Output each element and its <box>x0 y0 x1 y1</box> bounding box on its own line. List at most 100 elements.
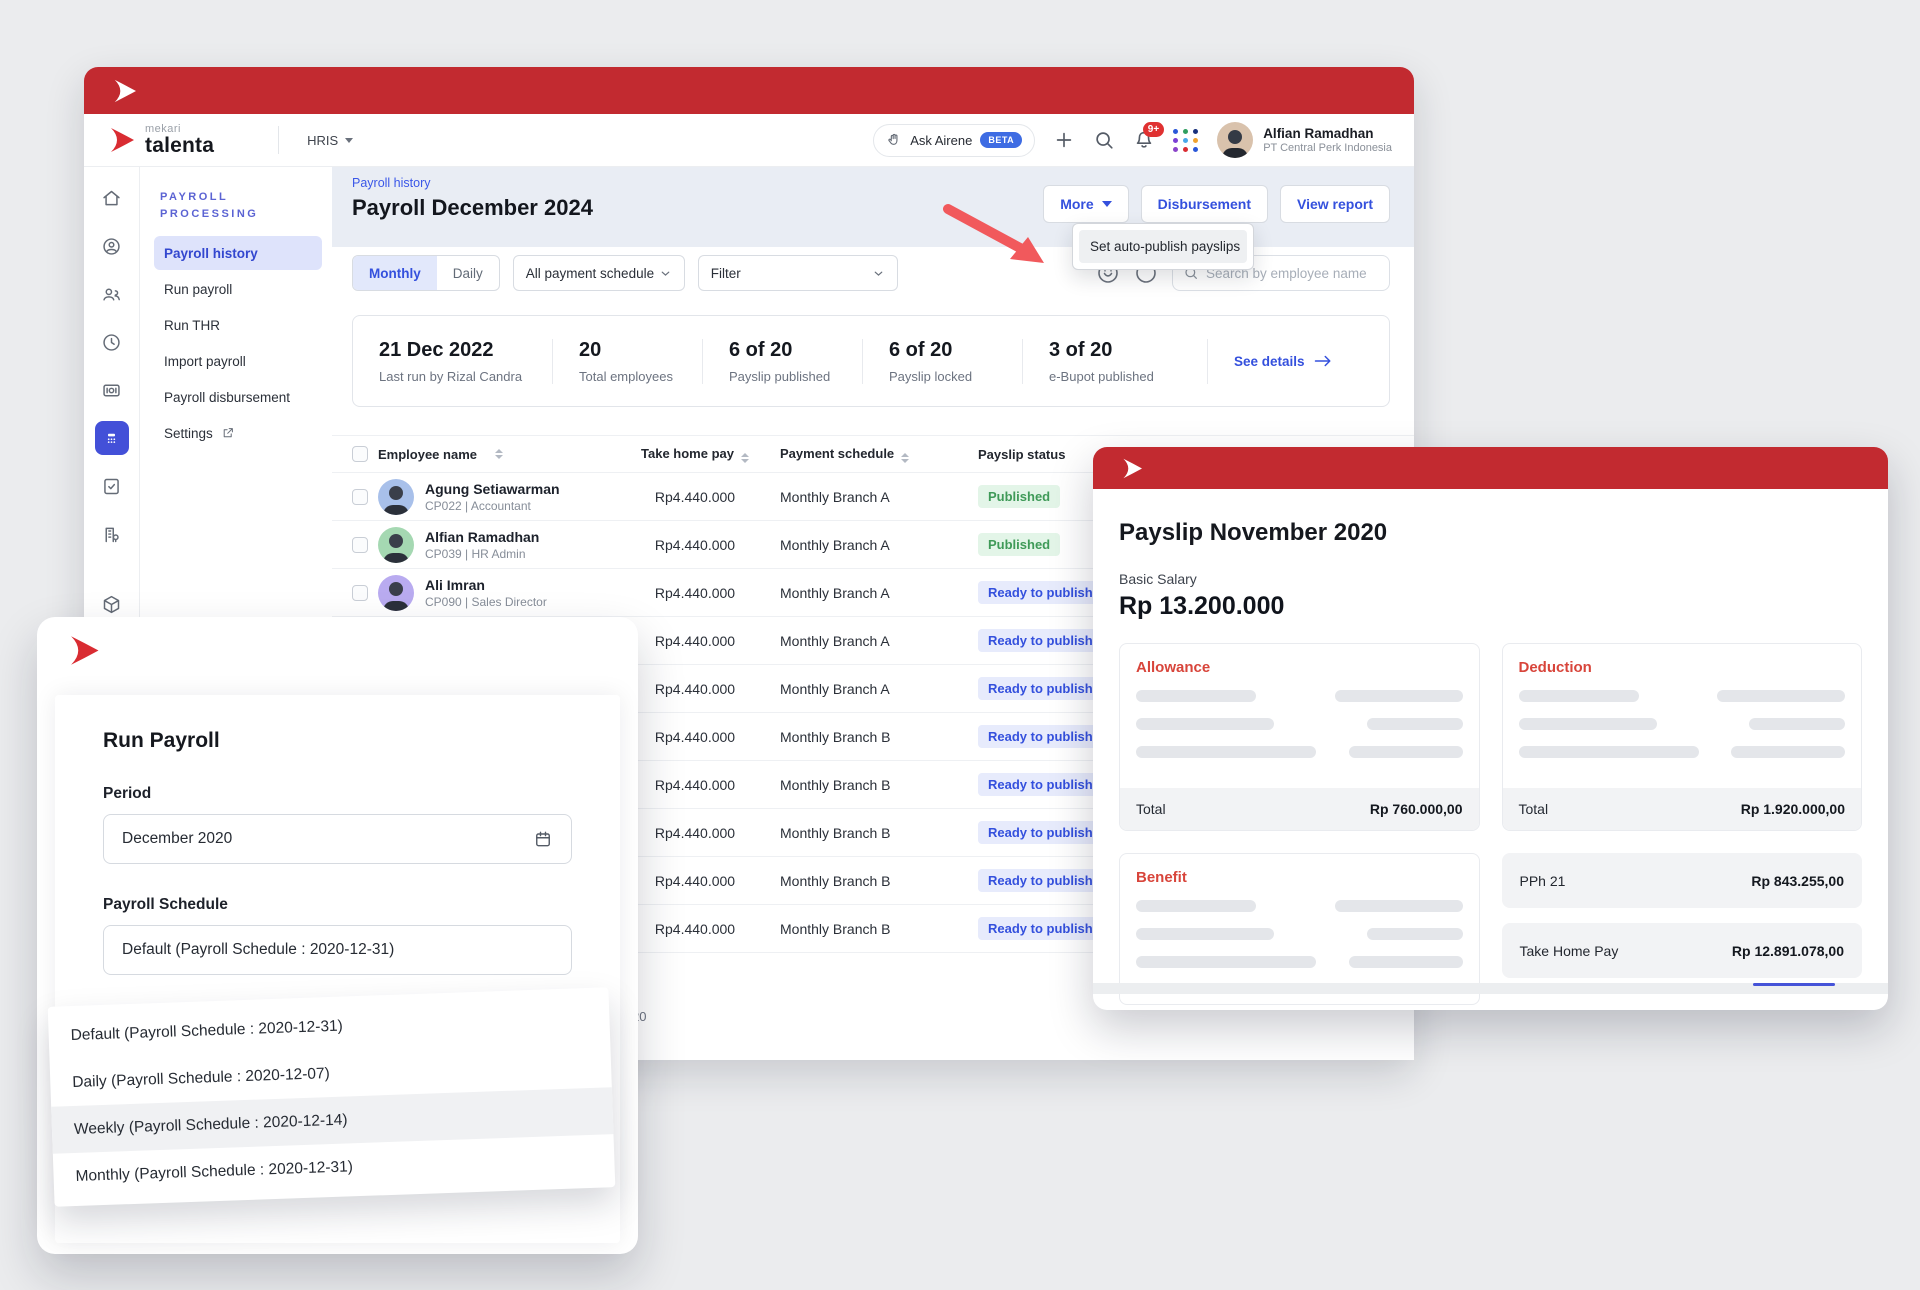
employee-avatar <box>378 479 414 515</box>
sidebar-item-payroll-disbursement[interactable]: Payroll disbursement <box>154 380 322 414</box>
module-switcher[interactable]: HRIS <box>307 133 353 148</box>
calendar-icon <box>533 829 553 849</box>
disbursement-button[interactable]: Disbursement <box>1141 185 1268 223</box>
tab-daily[interactable]: Daily <box>437 256 499 290</box>
payment-schedule-cell: Monthly Branch A <box>780 633 950 649</box>
app-launcher-button[interactable] <box>1173 129 1199 152</box>
global-search-button[interactable] <box>1093 129 1115 151</box>
mekari-arrow-icon <box>1119 458 1144 479</box>
take-home-pay-value: Rp 12.891.078,00 <box>1732 943 1844 959</box>
row-checkbox[interactable] <box>352 585 368 601</box>
sort-icon[interactable] <box>901 453 909 463</box>
rail-calculator-button[interactable] <box>95 421 129 455</box>
deduction-total-value: Rp 1.920.000,00 <box>1741 801 1845 817</box>
notification-count-badge: 9+ <box>1143 122 1164 137</box>
sidebar-item-label: Run payroll <box>164 282 232 297</box>
allowance-title: Allowance <box>1120 644 1479 682</box>
payment-schedule-cell: Monthly Branch A <box>780 585 950 601</box>
take-home-pay-cell: Rp4.440.000 <box>630 537 760 553</box>
breadcrumb[interactable]: Payroll history <box>352 176 431 190</box>
notifications-button[interactable]: 9+ <box>1133 129 1155 151</box>
window-top-bar <box>84 67 1414 114</box>
user-menu[interactable]: Alfian Ramadhan PT Central Perk Indonesi… <box>1217 122 1392 158</box>
summary-card: 21 Dec 2022 Last run by Rizal Candra 20 … <box>352 315 1390 407</box>
row-checkbox[interactable] <box>352 537 368 553</box>
sidebar-item-run-thr[interactable]: Run THR <box>154 308 322 342</box>
take-home-pay-cell: Rp4.440.000 <box>630 681 760 697</box>
take-home-pay-cell: Rp4.440.000 <box>630 729 760 745</box>
payment-schedule-cell: Monthly Branch B <box>780 921 950 937</box>
team-icon <box>101 284 122 305</box>
rail-inventory-button[interactable] <box>95 587 129 621</box>
set-auto-publish-menu-item[interactable]: Set auto-publish payslips <box>1079 230 1247 263</box>
payment-schedule-cell: Monthly Branch A <box>780 537 950 553</box>
payslip-status-badge: Published <box>978 485 1060 508</box>
sidebar-item-settings[interactable]: Settings <box>154 416 322 450</box>
rail-user-button[interactable] <box>95 229 129 263</box>
task-icon <box>101 476 122 497</box>
sidebar-item-run-payroll[interactable]: Run payroll <box>154 272 322 306</box>
take-home-pay-cell: Rp4.440.000 <box>630 921 760 937</box>
top-navbar: mekari talenta HRIS Ask Airene BETA 9+ <box>84 114 1414 167</box>
scrollbar-thumb[interactable] <box>1753 983 1835 986</box>
run-payroll-title: Run Payroll <box>103 729 572 753</box>
sidebar-item-label: Run THR <box>164 318 220 333</box>
employee-id-role: CP022 | Accountant <box>425 499 560 513</box>
pph21-label: PPh 21 <box>1520 873 1566 889</box>
add-button[interactable] <box>1053 129 1075 151</box>
pph21-value: Rp 843.255,00 <box>1751 873 1844 889</box>
window-top-bar <box>1093 447 1888 489</box>
row-checkbox[interactable] <box>352 489 368 505</box>
rail-clock-button[interactable] <box>95 325 129 359</box>
calculator-icon <box>101 428 122 449</box>
caret-down-icon <box>1102 201 1112 207</box>
stat-value: 3 of 20 <box>1049 339 1181 362</box>
rail-organization-button[interactable] <box>95 517 129 551</box>
filter-select[interactable]: Filter <box>698 255 898 291</box>
hand-icon <box>886 132 902 148</box>
payslip-status-badge: Ready to publish <box>978 773 1103 796</box>
mekari-arrow-icon <box>110 79 138 103</box>
more-button[interactable]: More <box>1043 185 1128 223</box>
stat-value: 6 of 20 <box>729 339 836 362</box>
sidebar-section-title: PAYROLLPROCESSING <box>160 189 322 222</box>
sidebar-item-label: Payroll history <box>164 246 258 261</box>
rail-home-button[interactable] <box>95 181 129 215</box>
deduction-card: Deduction Total Rp 1.920.000,00 <box>1502 643 1863 831</box>
payment-schedule-select[interactable]: All payment schedule <box>513 255 685 291</box>
sidebar-item-payroll-history[interactable]: Payroll history <box>154 236 322 270</box>
benefit-title: Benefit <box>1120 854 1479 892</box>
brand-talenta: talenta <box>145 135 214 156</box>
user-name: Alfian Ramadhan <box>1263 126 1392 143</box>
payment-schedule-cell: Monthly Branch B <box>780 825 950 841</box>
cash-icon <box>101 380 122 401</box>
rail-cash-button[interactable] <box>95 373 129 407</box>
take-home-pay-cell: Rp4.440.000 <box>630 873 760 889</box>
period-label: Period <box>103 785 572 803</box>
sort-icon[interactable] <box>495 449 503 459</box>
payroll-schedule-field[interactable]: Default (Payroll Schedule : 2020-12-31) <box>103 925 572 975</box>
basic-salary-label: Basic Salary <box>1119 571 1862 587</box>
schedule-dropdown: Default (Payroll Schedule : 2020-12-31)D… <box>48 987 616 1206</box>
external-link-icon <box>221 426 235 440</box>
page-title: Payroll December 2024 <box>352 195 593 221</box>
see-details-link[interactable]: See details <box>1208 354 1358 369</box>
user-company: PT Central Perk Indonesia <box>1263 142 1392 154</box>
sort-icon[interactable] <box>741 453 749 463</box>
tab-monthly[interactable]: Monthly <box>353 256 437 290</box>
stat-label: e-Bupot published <box>1049 369 1181 384</box>
user-icon <box>101 236 122 257</box>
stat-label: Last run by Rizal Candra <box>379 369 526 384</box>
more-dropdown: Set auto-publish payslips <box>1072 223 1254 270</box>
payment-schedule-cell: Monthly Branch B <box>780 729 950 745</box>
view-report-button[interactable]: View report <box>1280 185 1390 223</box>
ask-airene-button[interactable]: Ask Airene BETA <box>873 124 1035 157</box>
select-all-checkbox[interactable] <box>352 446 368 462</box>
employee-id-role: CP039 | HR Admin <box>425 547 539 561</box>
rail-team-button[interactable] <box>95 277 129 311</box>
period-field[interactable]: December 2020 <box>103 814 572 864</box>
rail-task-button[interactable] <box>95 469 129 503</box>
talenta-logo[interactable]: mekari talenta <box>106 124 214 156</box>
payroll-schedule-label: Payroll Schedule <box>103 896 572 914</box>
sidebar-item-import-payroll[interactable]: Import payroll <box>154 344 322 378</box>
